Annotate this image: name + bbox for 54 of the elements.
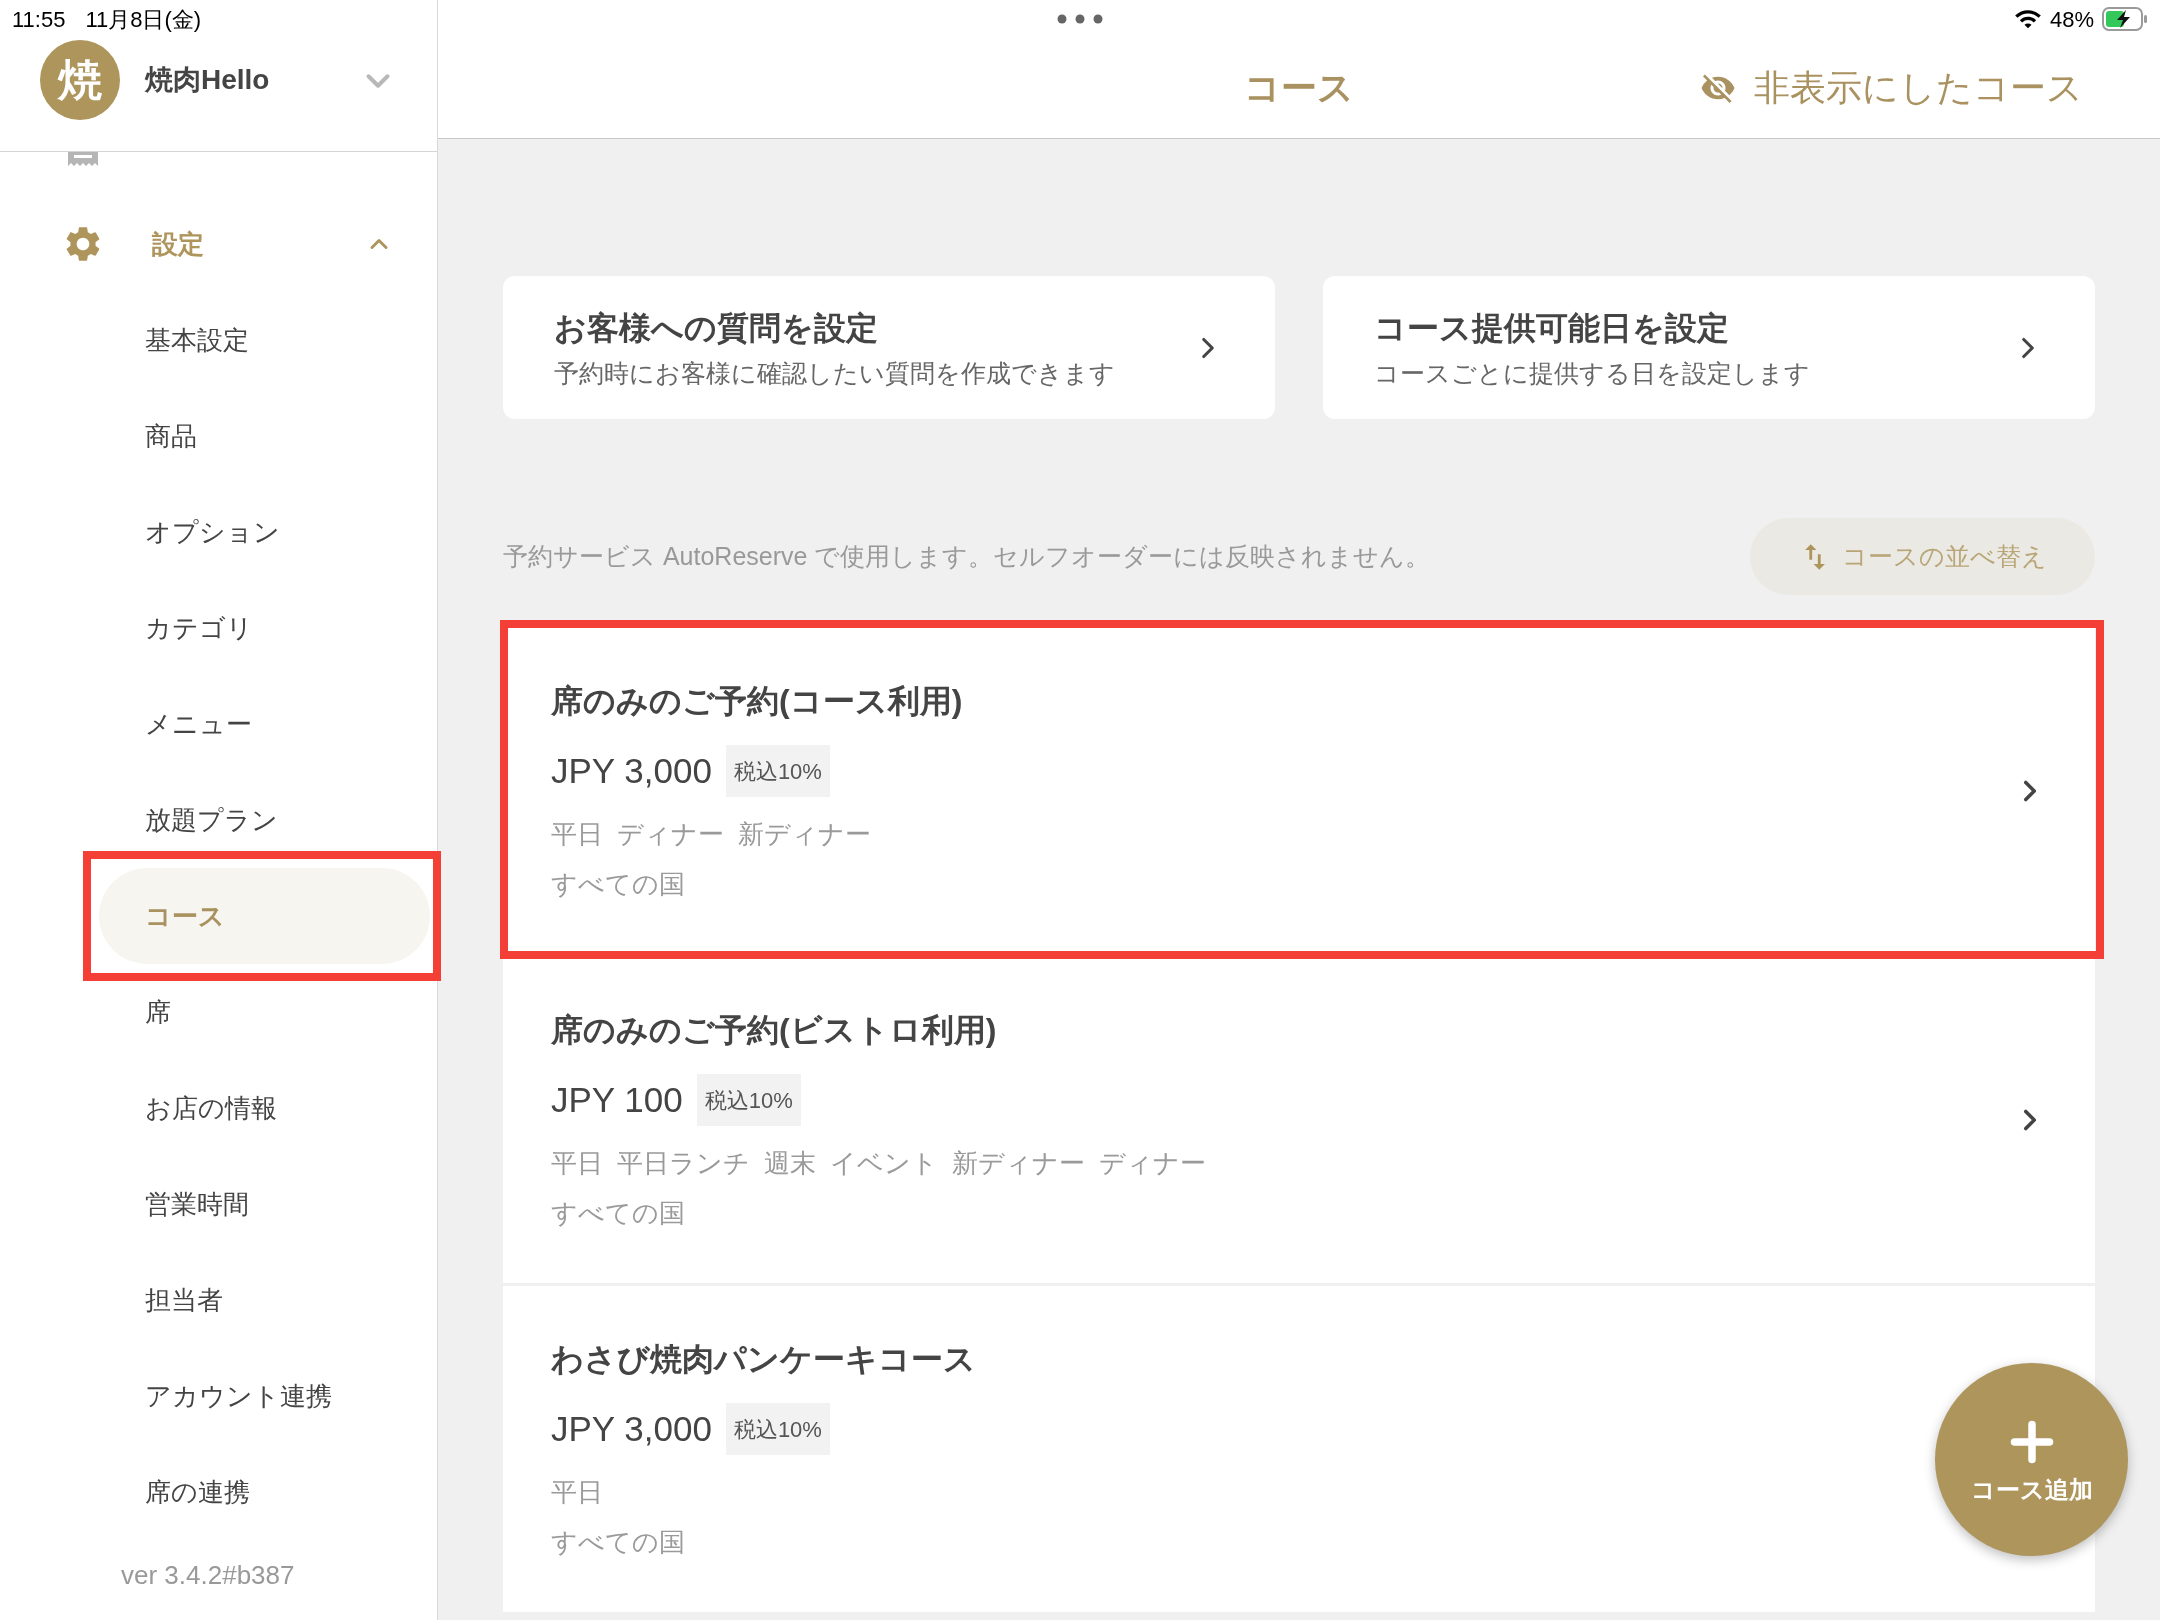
status-date: 11月8日(金) [85,5,202,34]
course-tag: イベント [830,1146,938,1180]
settings-card[interactable]: お客様への質問を設定 予約時にお客様に確認したい質問を作成できます [503,276,1275,419]
store-avatar: 焼 [40,40,120,120]
card-subtitle: コースごとに提供する日を設定します [1374,357,1811,389]
more-dots-icon[interactable] [1057,14,1103,24]
course-price: JPY 100 [551,1079,683,1121]
tax-label: 税込10% [725,745,830,797]
page-title: コース [1244,66,1354,110]
card-title: コース提供可能日を設定 [1374,308,1730,348]
store-name: 焼肉Hello [145,63,270,97]
course-name: わさび焼肉パンケーキコース [551,1340,977,1379]
course-tag: 新ディナー [738,817,871,851]
usage-note: 予約サービス AutoReserve で使用します。セルフオーダーには反映されません。 [503,540,1431,572]
course-tag: 平日 [551,1146,603,1180]
course-tag: ディナー [1099,1146,1206,1180]
course-tag: 平日 [551,817,603,851]
battery-charging-icon [2102,7,2148,31]
course-tag: 平日ランチ [617,1146,750,1180]
settings-card[interactable]: コース提供可能日を設定 コースごとに提供する日を設定します [1323,276,2095,419]
course-tag: 新ディナー [952,1146,1085,1180]
course-card[interactable]: 席のみのご予約(ビストロ利用) JPY 100 税込10% 平日 平日ランチ 週末 イベント 新ディナー ディナー すべての国 [503,957,2095,1283]
sidebar-item[interactable]: アカウント連携 [99,1348,430,1444]
course-price: JPY 3,000 [551,1408,712,1450]
sidebar-item[interactable]: 席の連携 [99,1444,430,1540]
sidebar-item[interactable]: オプション [99,484,430,580]
course-countries: すべての国 [551,1526,686,1559]
sidebar-item[interactable]: 放題プラン [99,772,430,868]
sidebar-item[interactable]: メニュー [99,676,430,772]
sidebar-item[interactable]: お店の情報 [99,1060,430,1156]
course-tag: 平日 [551,1475,603,1509]
status-time: 11:55 [12,5,66,34]
course-countries: すべての国 [551,1197,686,1230]
sidebar-item[interactable]: カテゴリ [99,580,430,676]
receipt-icon [68,152,98,168]
section-label: 設定 [152,227,204,261]
course-tag: 週末 [764,1146,816,1180]
card-subtitle: 予約時にお客様に確認したい質問を作成できます [554,357,1116,389]
sidebar-item[interactable]: 営業時間 [99,1156,430,1252]
course-countries: すべての国 [551,868,686,901]
battery-percent: 48% [2049,5,2094,34]
course-price: JPY 3,000 [551,750,712,792]
store-switcher[interactable]: 焼 焼肉Hello [0,38,437,152]
course-name: 席のみのご予約(コース利用) [551,682,964,721]
version-label: ver 3.4.2#b387 [120,1559,296,1592]
sidebar-item[interactable]: 担当者 [99,1252,430,1348]
course-tag: ディナー [617,817,724,851]
tax-label: 税込10% [725,1403,830,1455]
sidebar-item[interactable]: 商品 [99,388,430,484]
sidebar-item[interactable]: 基本設定 [99,292,430,388]
sidebar-item[interactable]: 席 [99,964,430,1060]
tax-label: 税込10% [696,1074,801,1126]
course-name: 席のみのご予約(ビストロ利用) [551,1011,998,1050]
card-title: お客様への質問を設定 [554,308,879,348]
